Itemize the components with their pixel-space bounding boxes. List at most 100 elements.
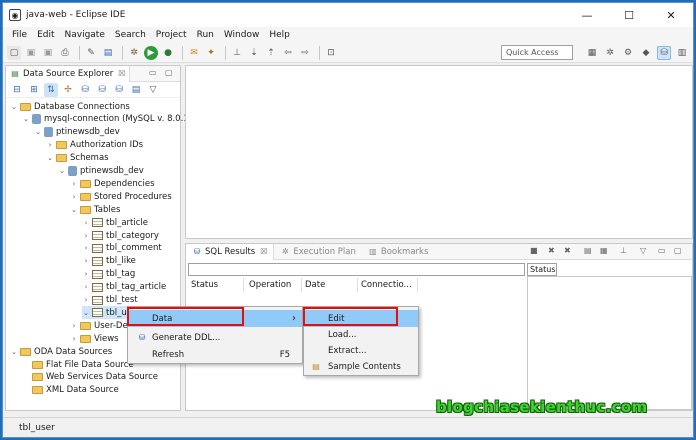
import-icon[interactable]: ⛁ [112,83,126,97]
chevron-right-icon[interactable]: › [82,296,90,304]
tree-item[interactable]: ⌄ mysql-connection (MySQL v. 8.0.1! [22,113,192,126]
collapse-all-icon[interactable]: ⊟ [10,83,24,97]
export-icon[interactable]: ▤ [129,83,143,97]
tree-item[interactable]: › tbl_like [82,255,136,268]
tree-item[interactable]: › tbl_test [82,294,138,307]
chevron-right-icon[interactable]: › [70,335,78,343]
column-date[interactable]: Date [302,278,358,292]
pin-icon[interactable]: ⊥ [230,46,244,60]
tab-sql-results[interactable]: ⛁ SQL Results ☒ [186,243,275,260]
tree-item[interactable]: Web Services Data Source [22,371,158,384]
java-perspective-icon[interactable]: ⚙ [621,46,635,60]
tree-item[interactable]: › Authorization IDs [46,139,144,152]
next-annotation-icon[interactable]: ⇣ [247,46,261,60]
save-icon[interactable]: ▣ [24,46,38,60]
submenu-item-extract[interactable]: Extract... [304,342,418,359]
tree-item[interactable]: ⌄ ODA Data Sources [10,345,112,358]
git-perspective-icon[interactable]: ◆ [639,46,653,60]
menu-edit[interactable]: Edit [32,30,59,40]
new-folder-icon[interactable]: ⛁ [95,83,109,97]
terminal-icon[interactable]: ▤ [101,46,115,60]
search-tool-icon[interactable]: ✦ [204,46,218,60]
chevron-right-icon[interactable]: › [70,193,78,201]
submenu-item-edit[interactable]: Edit [304,310,418,327]
menu-search[interactable]: Search [110,30,151,40]
link-editor-icon[interactable]: ⇅ [44,82,58,97]
database-perspective-icon[interactable]: ⛁ [657,46,671,60]
maximize-button[interactable]: ☐ [609,3,649,27]
pin-view-icon[interactable]: ▦ [600,246,608,255]
tree-item[interactable]: › Views [70,332,119,345]
menu-window[interactable]: Window [219,30,265,40]
close-button[interactable]: ✕ [651,3,691,27]
print-icon[interactable]: ⎙ [58,46,72,60]
chevron-right-icon[interactable]: › [82,219,90,227]
column-connection[interactable]: Connectio... [358,278,418,292]
tree-item[interactable]: › tbl_article [82,216,148,229]
tree-item[interactable]: Flat File Data Source [22,358,134,371]
external-tools-icon[interactable]: ● [161,46,175,60]
chevron-right-icon[interactable]: › [82,270,90,278]
menu-item-generate-ddl[interactable]: ⛁ Generate DDL... [128,329,302,346]
column-operation[interactable]: Operation [246,278,302,292]
submenu-item-load[interactable]: Load... [304,326,418,343]
chevron-down-icon[interactable]: ⌄ [22,115,30,123]
tree-item[interactable]: ⌄ Database Connections [10,100,130,113]
chevron-right-icon[interactable]: › [46,141,54,149]
chevron-right-icon[interactable]: › [82,257,90,265]
tree-item[interactable]: › tbl_tag_article [82,281,167,294]
chevron-down-icon[interactable]: ⌄ [70,206,78,214]
chevron-right-icon[interactable]: › [82,244,90,252]
menu-item-data[interactable]: Data › [128,310,302,327]
minimize-panel-icon[interactable]: ▭ [149,68,157,77]
menu-help[interactable]: Help [264,30,295,40]
filter-icon[interactable]: ⊥ [620,246,627,255]
menu-item-refresh[interactable]: Refresh F5 [128,346,302,363]
remove-icon[interactable]: ✖ [548,246,555,255]
new-connection-icon[interactable]: ⛁ [78,83,92,97]
tree-item[interactable]: › tbl_category [82,229,159,242]
results-filter-input[interactable] [188,263,525,276]
prev-annotation-icon[interactable]: ⇡ [264,46,278,60]
menu-file[interactable]: File [7,30,32,40]
chevron-right-icon[interactable]: › [70,322,78,330]
perspective-icon[interactable]: ▦ [585,46,599,60]
view-menu-icon[interactable]: ▽ [640,246,646,255]
tab-bookmarks[interactable]: ▥ Bookmarks [362,244,435,260]
save-all-icon[interactable]: ▣ [41,46,55,60]
toggle-icon[interactable]: ✎ [84,46,98,60]
connect-icon[interactable]: ✢ [61,83,75,97]
tree-item[interactable]: XML Data Source [22,384,119,397]
chevron-right-icon[interactable]: › [82,232,90,240]
tab-data-source-explorer[interactable]: ▤ Data Source Explorer ☒ [6,65,131,82]
chevron-down-icon[interactable]: ⌄ [10,103,18,111]
tree-item[interactable]: ⌄ Tables [70,203,120,216]
column-status[interactable]: Status [188,278,244,292]
chevron-down-icon[interactable]: ⌄ [46,154,54,162]
close-icon[interactable]: ☒ [260,247,267,256]
open-perspective-icon[interactable]: ⊡ [324,46,338,60]
tree-item[interactable]: › Dependencies [70,177,155,190]
chevron-right-icon[interactable]: › [82,283,90,291]
menu-project[interactable]: Project [151,30,192,40]
results-view-icon[interactable]: ▤ [584,246,592,255]
tree-item[interactable]: ⌄ ptinewsdb_dev [58,165,144,178]
tab-execution-plan[interactable]: ✲ Execution Plan [274,244,362,260]
submenu-item-sample-contents[interactable]: ▤ Sample Contents [304,358,418,375]
maximize-panel-icon[interactable]: ▢ [674,246,682,255]
tree-item[interactable]: ⌄ ptinewsdb_dev [34,126,120,139]
minimize-panel-icon[interactable]: ▭ [658,246,666,255]
run-icon[interactable]: ▶ [144,45,158,60]
tree-item[interactable]: › User-Defi [70,319,133,332]
chevron-down-icon[interactable]: ⌄ [58,167,66,175]
debug-perspective-icon[interactable]: ✲ [603,46,617,60]
chevron-right-icon[interactable]: › [70,180,78,188]
tab-status[interactable]: Status [527,263,557,276]
tree-item[interactable]: ⌄ Schemas [46,152,109,165]
minimize-button[interactable]: — [567,3,607,27]
menu-navigate[interactable]: Navigate [60,30,110,40]
forward-icon[interactable]: ⇨ [298,46,312,60]
chevron-down-icon[interactable]: ⌄ [10,348,18,356]
terminate-icon[interactable]: ■ [530,246,538,255]
team-perspective-icon[interactable]: ▥ [675,46,689,60]
